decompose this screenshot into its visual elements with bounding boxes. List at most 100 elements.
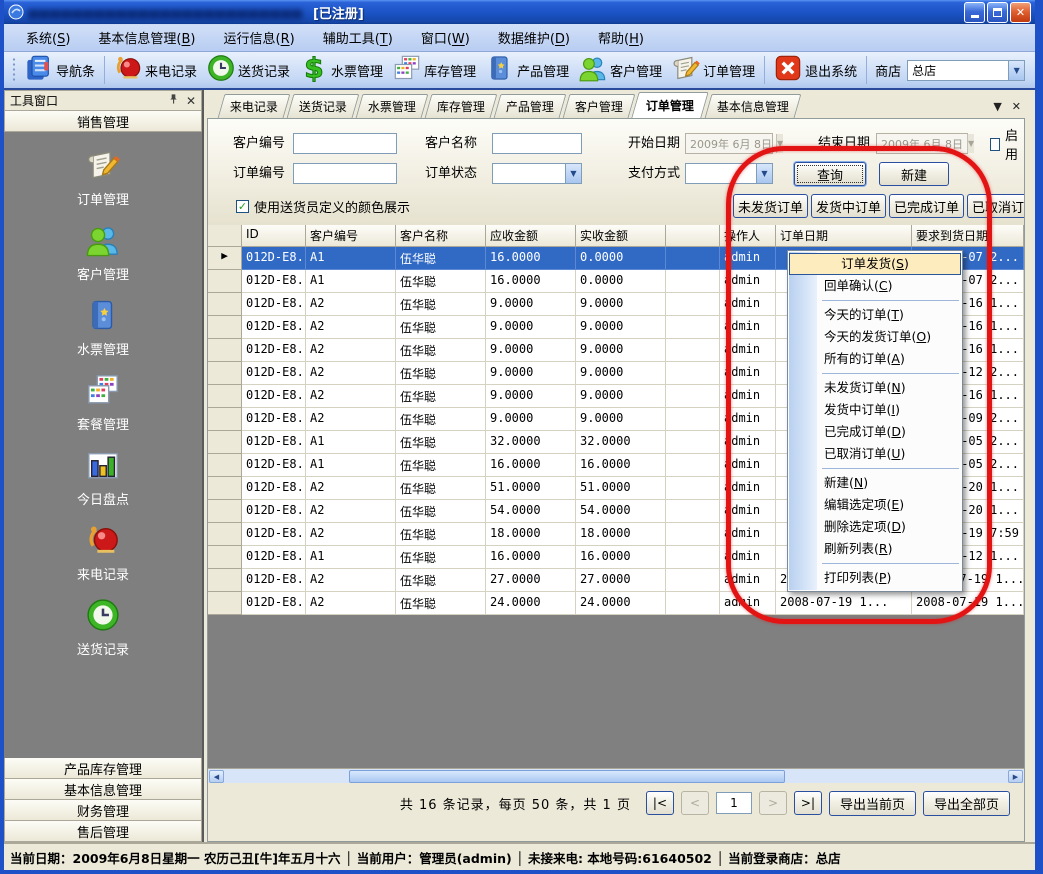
row-selector[interactable] — [208, 431, 242, 454]
table-row[interactable]: 012D-E8...A2伍华聪24.000024.0000admin2008-0… — [208, 592, 1024, 615]
context-menu-item-1[interactable]: 回单确认(C) — [788, 275, 962, 297]
page-number-input[interactable]: 1 — [716, 792, 752, 814]
context-menu-item-4[interactable]: 今天的发货订单(O) — [788, 326, 962, 348]
query-button[interactable]: 查询 — [794, 162, 866, 186]
row-selector[interactable] — [208, 362, 242, 385]
section-1[interactable]: 基本信息管理 — [4, 779, 202, 800]
context-menu-item-3[interactable]: 今天的订单(T) — [788, 304, 962, 326]
color-display-checkbox-box[interactable]: ✓ — [236, 200, 249, 213]
row-selector[interactable] — [208, 592, 242, 615]
section-sales-management[interactable]: 销售管理 — [4, 111, 202, 132]
next-page-button[interactable]: > — [759, 791, 787, 815]
enable-checkbox-box[interactable] — [990, 138, 1000, 151]
order-no-input[interactable] — [293, 163, 397, 184]
toolbar-button-3[interactable]: $水票管理 — [295, 52, 388, 88]
status-filter-button-3[interactable]: 已取消订单 — [967, 194, 1025, 218]
prev-page-button[interactable]: < — [681, 791, 709, 815]
row-selector[interactable]: ▶ — [208, 247, 242, 270]
scroll-right-icon[interactable]: ▶ — [1008, 770, 1023, 783]
tab-4[interactable]: 产品管理 — [494, 94, 567, 118]
tab-5[interactable]: 客户管理 — [563, 94, 636, 118]
tab-0[interactable]: 来电记录 — [218, 94, 291, 118]
menubar-item-3[interactable]: 辅助工具(T) — [311, 25, 405, 50]
shop-combobox[interactable]: 总店▼ — [907, 60, 1025, 81]
menubar-item-6[interactable]: 帮助(H) — [586, 25, 656, 50]
close-button[interactable]: ✕ — [1010, 2, 1031, 23]
first-page-button[interactable]: |< — [646, 791, 674, 815]
menubar-item-0[interactable]: 系统(S) — [14, 25, 82, 50]
row-selector[interactable] — [208, 270, 242, 293]
export-current-page-button[interactable]: 导出当前页 — [829, 791, 916, 816]
sidebar-item-1[interactable]: 客户管理 — [4, 223, 202, 283]
row-selector[interactable] — [208, 569, 242, 592]
menubar-item-1[interactable]: 基本信息管理(B) — [86, 25, 207, 50]
shop-dropdown-icon[interactable]: ▼ — [1008, 61, 1024, 80]
tab-1[interactable]: 送货记录 — [287, 94, 360, 118]
column-header-4[interactable]: 实收金额 — [576, 225, 666, 247]
tab-2[interactable]: 水票管理 — [356, 94, 429, 118]
menubar-item-4[interactable]: 窗口(W) — [409, 25, 482, 50]
toolbar-button-0[interactable]: 导航条 — [20, 52, 100, 88]
scrollbar-thumb[interactable] — [349, 770, 785, 783]
sidebar-item-5[interactable]: 来电记录 — [4, 523, 202, 583]
toolbar-button-1[interactable]: 来电记录 — [109, 52, 202, 88]
sidebar-item-2[interactable]: 水票管理 — [4, 298, 202, 358]
column-header-6[interactable]: 操作人 — [720, 225, 776, 247]
end-date-picker[interactable]: 2009年 6月 8日 ▼ — [876, 133, 968, 154]
order-status-dropdown-icon[interactable]: ▼ — [565, 164, 581, 183]
status-filter-button-0[interactable]: 未发货订单 — [733, 194, 808, 218]
status-filter-button-2[interactable]: 已完成订单 — [889, 194, 964, 218]
toolbar-button-7[interactable]: 订单管理 — [667, 52, 760, 88]
sidebar-item-6[interactable]: 送货记录 — [4, 598, 202, 658]
column-header-2[interactable]: 客户名称 — [396, 225, 486, 247]
context-menu-item-9[interactable]: 已完成订单(D) — [788, 421, 962, 443]
toolbar-button-6[interactable]: 客户管理 — [574, 52, 667, 88]
context-menu-item-17[interactable]: 打印列表(P) — [788, 567, 962, 589]
context-menu-item-0[interactable]: 订单发货(S) — [789, 253, 961, 275]
sidebar-item-4[interactable]: 今日盘点 — [4, 448, 202, 508]
horizontal-scrollbar[interactable]: ◀ ▶ — [208, 768, 1024, 783]
tab-7[interactable]: 基本信息管理 — [705, 94, 802, 118]
minimize-button[interactable] — [964, 2, 985, 23]
start-date-picker[interactable]: 2009年 6月 8日 ▼ — [685, 133, 773, 154]
enable-checkbox[interactable]: 启用 — [990, 133, 1024, 155]
tab-6[interactable]: 订单管理 — [631, 92, 708, 118]
tab-close-icon[interactable]: ✕ — [1012, 100, 1021, 113]
context-menu-item-14[interactable]: 删除选定项(D) — [788, 516, 962, 538]
tab-list-dropdown-icon[interactable]: ▼ — [993, 100, 1001, 113]
context-menu-item-13[interactable]: 编辑选定项(E) — [788, 494, 962, 516]
start-date-dropdown-icon[interactable]: ▼ — [776, 134, 783, 153]
section-3[interactable]: 售后管理 — [4, 821, 202, 842]
export-all-pages-button[interactable]: 导出全部页 — [923, 791, 1010, 816]
row-selector[interactable] — [208, 339, 242, 362]
row-selector[interactable] — [208, 385, 242, 408]
column-header-8[interactable]: 要求到货日期 — [912, 225, 1024, 247]
column-header-3[interactable]: 应收金额 — [486, 225, 576, 247]
context-menu-item-8[interactable]: 发货中订单(I) — [788, 399, 962, 421]
order-status-select[interactable]: ▼ — [492, 163, 582, 184]
new-button[interactable]: 新建 — [879, 162, 949, 186]
pay-method-dropdown-icon[interactable]: ▼ — [756, 164, 772, 183]
column-header-7[interactable]: 订单日期 — [776, 225, 912, 247]
column-header-1[interactable]: 客户编号 — [306, 225, 396, 247]
last-page-button[interactable]: >| — [794, 791, 822, 815]
sidebar-item-0[interactable]: 订单管理 — [4, 148, 202, 208]
row-selector[interactable] — [208, 523, 242, 546]
toolbar-button-2[interactable]: 送货记录 — [202, 52, 295, 88]
row-selector[interactable] — [208, 408, 242, 431]
toolbar-button-4[interactable]: 库存管理 — [388, 52, 481, 88]
row-selector[interactable] — [208, 477, 242, 500]
context-menu-item-12[interactable]: 新建(N) — [788, 472, 962, 494]
pin-icon[interactable] — [168, 93, 179, 108]
pay-method-select[interactable]: ▼ — [685, 163, 773, 184]
toolbar-button-5[interactable]: 产品管理 — [481, 52, 574, 88]
end-date-dropdown-icon[interactable]: ▼ — [967, 134, 974, 153]
status-filter-button-1[interactable]: 发货中订单 — [811, 194, 886, 218]
tab-3[interactable]: 库存管理 — [425, 94, 498, 118]
customer-name-input[interactable] — [492, 133, 582, 154]
row-selector[interactable] — [208, 546, 242, 569]
row-selector[interactable] — [208, 293, 242, 316]
row-selector[interactable] — [208, 316, 242, 339]
menubar-item-5[interactable]: 数据维护(D) — [486, 25, 582, 50]
toolbar-button-8[interactable]: 退出系统 — [769, 52, 862, 88]
